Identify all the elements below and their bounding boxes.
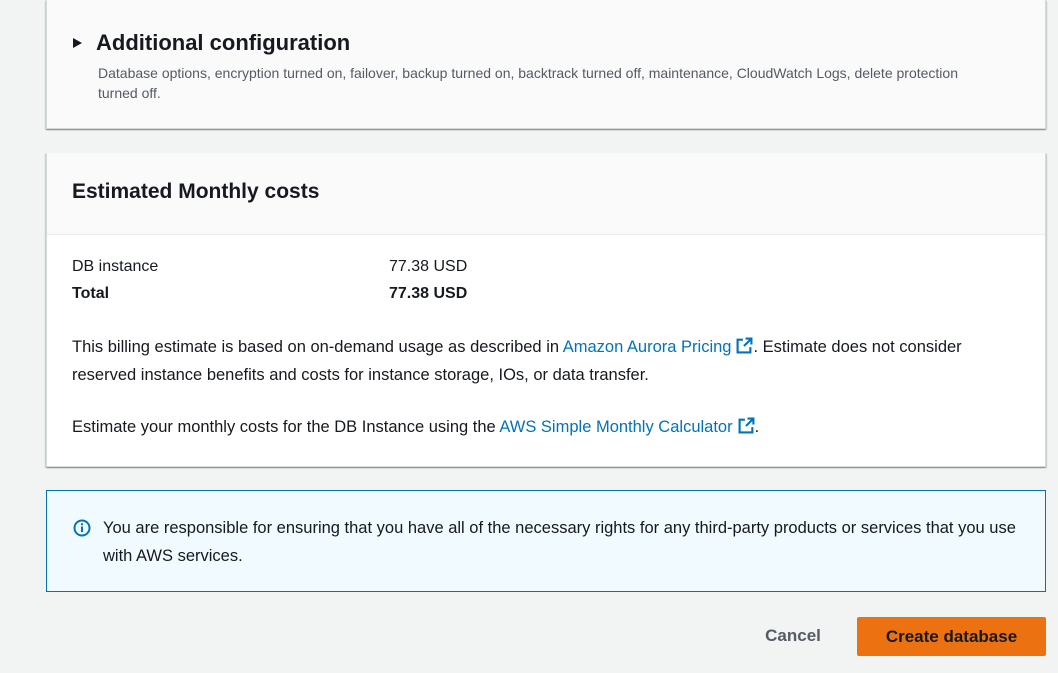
aws-simple-monthly-calculator-link[interactable]: AWS Simple Monthly Calculator xyxy=(499,417,755,436)
cost-label: DB instance xyxy=(72,258,159,275)
additional-configuration-title: Additional configuration xyxy=(96,30,351,55)
create-database-page: Additional configuration Database option… xyxy=(0,0,1058,673)
aurora-pricing-link-label: Amazon Aurora Pricing xyxy=(562,338,732,356)
cost-value: 77.38 USD xyxy=(389,258,468,275)
caret-right-icon xyxy=(73,38,82,48)
alert-message: You are responsible for ensuring that yo… xyxy=(103,519,1016,565)
billing-estimate-note: This billing estimate is based on on-dem… xyxy=(72,333,1012,389)
cost-label: Total xyxy=(72,285,110,302)
calculator-link-label: AWS Simple Monthly Calculator xyxy=(499,418,733,436)
cost-value: 77.38 USD xyxy=(389,285,468,302)
calculator-note-text-after: . xyxy=(754,418,760,436)
cancel-button[interactable]: Cancel xyxy=(748,617,838,655)
additional-configuration-description: Database options, encryption turned on, … xyxy=(98,65,958,101)
additional-configuration-panel: Additional configuration Database option… xyxy=(46,0,1046,129)
info-icon xyxy=(73,519,91,537)
estimated-costs-title: Estimated Monthly costs xyxy=(72,180,320,203)
additional-configuration-toggle[interactable]: Additional configuration xyxy=(73,30,350,56)
calculator-note-text-before: Estimate your monthly costs for the DB I… xyxy=(72,418,500,436)
calculator-note: Estimate your monthly costs for the DB I… xyxy=(72,413,1012,441)
estimated-costs-header: Estimated Monthly costs xyxy=(47,153,1045,235)
billing-note-text-before: This billing estimate is based on on-dem… xyxy=(72,338,563,356)
external-link-icon xyxy=(738,417,755,434)
aurora-pricing-link[interactable]: Amazon Aurora Pricing xyxy=(562,337,754,356)
estimated-costs-panel: Estimated Monthly costs DB instance 77.3… xyxy=(46,153,1046,467)
third-party-rights-alert: You are responsible for ensuring that yo… xyxy=(46,490,1046,592)
external-link-icon xyxy=(737,337,753,354)
create-database-button[interactable]: Create database xyxy=(857,617,1046,656)
